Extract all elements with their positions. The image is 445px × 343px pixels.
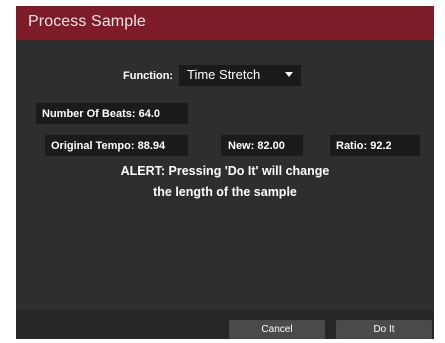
cancel-button[interactable]: Cancel — [229, 320, 325, 339]
number-of-beats-field[interactable]: Number Of Beats: 64.0 — [36, 103, 188, 124]
number-of-beats-label: Number Of Beats: — [42, 108, 136, 120]
function-value: Time Stretch — [187, 67, 261, 82]
original-tempo-label: Original Tempo: — [51, 140, 135, 152]
original-tempo-field[interactable]: Original Tempo: 88.94 — [45, 135, 188, 156]
new-tempo-label: New: — [228, 140, 255, 152]
new-tempo-field[interactable]: New: 82.00 — [221, 135, 303, 156]
original-tempo-value: 88.94 — [137, 140, 166, 152]
function-select[interactable]: Time Stretch — [179, 65, 301, 86]
ratio-value: 92.2 — [370, 140, 392, 152]
title-bar: Process Sample — [16, 6, 434, 40]
ratio-field[interactable]: Ratio: 92.2 — [330, 135, 420, 156]
number-of-beats-value: 64.0 — [138, 108, 161, 120]
alert-line-1: ALERT: Pressing 'Do It' will change — [120, 164, 330, 178]
new-tempo-value: 82.00 — [257, 140, 285, 152]
dialog-title: Process Sample — [28, 13, 146, 30]
alert-line-2: the length of the sample — [153, 185, 297, 199]
function-label: Function: — [123, 70, 174, 82]
process-sample-dialog: Process Sample Function: Time Stretch Nu… — [16, 6, 434, 339]
do-it-button[interactable]: Do It — [336, 320, 432, 339]
ratio-label: Ratio: — [336, 140, 368, 152]
chevron-down-icon — [285, 72, 293, 77]
